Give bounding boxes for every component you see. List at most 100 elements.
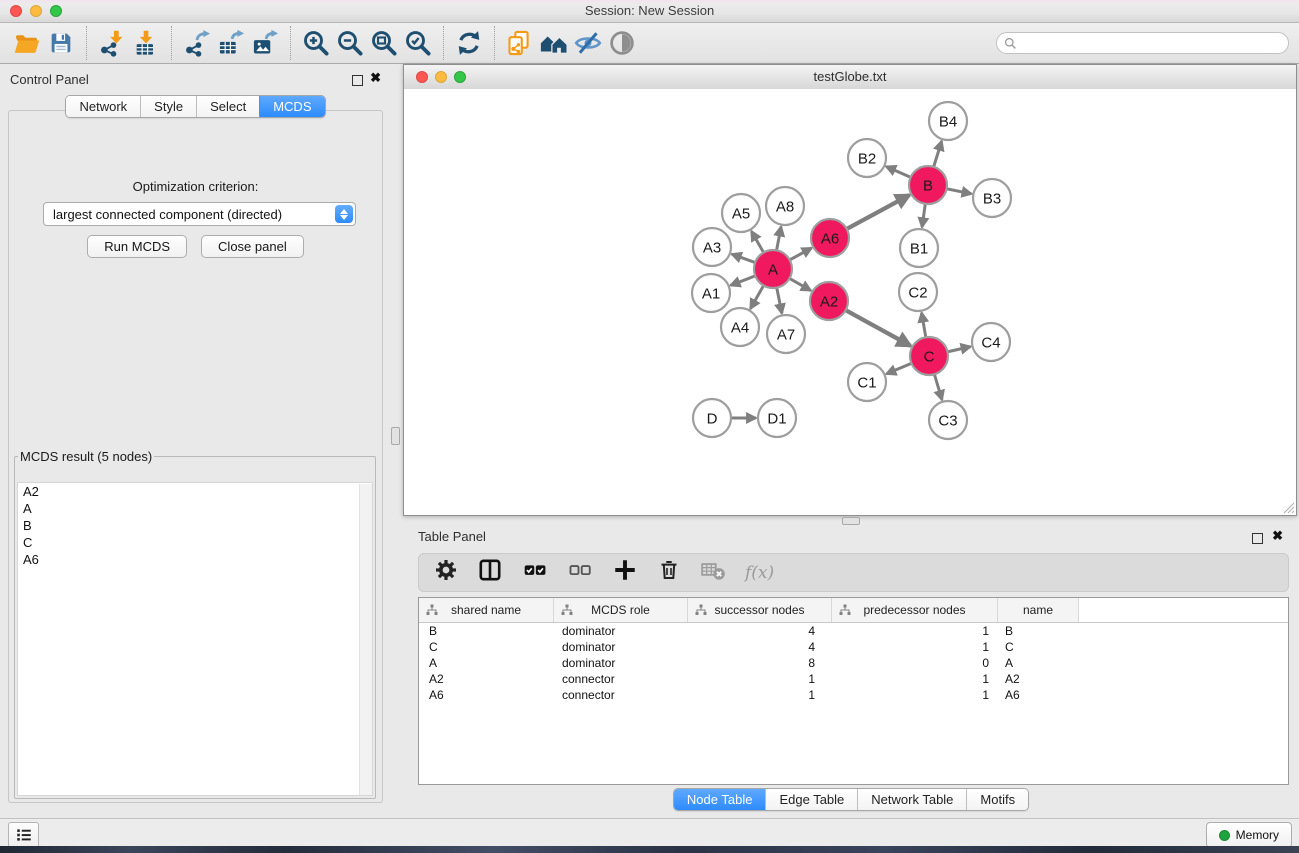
zoom-in-icon [301,28,331,58]
close-panel-button[interactable]: ✖ [370,72,381,83]
select-all-button[interactable] [522,557,548,588]
delete-table-icon [700,557,726,583]
tab-network[interactable]: Network [66,96,140,117]
table-row[interactable]: A6connector11A6 [419,687,1288,703]
column-header-mcds-role[interactable]: MCDS role [554,598,688,622]
table-settings-button[interactable] [434,558,458,587]
tab-node-table[interactable]: Node Table [674,789,766,810]
table-row[interactable]: Bdominator41B [419,623,1288,639]
svg-text:B1: B1 [910,240,928,257]
mcds-result-item[interactable]: C [18,534,372,551]
mcds-result-item[interactable]: A2 [18,483,372,500]
graph-node-D[interactable]: D [693,399,731,437]
table-row[interactable]: Cdominator41C [419,639,1288,655]
delete-row-button[interactable] [657,558,681,587]
svg-text:B3: B3 [983,190,1001,207]
desktop-wallpaper [0,846,1299,853]
graph-node-D1[interactable]: D1 [758,399,796,437]
column-header-shared-name[interactable]: shared name [419,598,554,622]
graph-node-C[interactable]: C [910,337,948,375]
unselect-all-button[interactable] [567,557,593,588]
refresh-button[interactable] [452,27,486,59]
resize-grip-icon[interactable] [1281,500,1294,513]
graph-node-B4[interactable]: B4 [929,102,967,140]
vertical-divider-grabber[interactable] [391,427,400,445]
graph-node-B[interactable]: B [909,166,947,204]
tab-motifs[interactable]: Motifs [966,789,1028,810]
table-panel: Table Panel ✖ f(x) shared nameMCDS roles… [403,527,1299,815]
node-table-body: Bdominator41BCdominator41CAdominator80AA… [419,623,1288,703]
zoom-fit-button[interactable] [367,27,401,59]
graph-node-A8[interactable]: A8 [766,187,804,225]
tab-mcds[interactable]: MCDS [259,96,324,117]
tab-style[interactable]: Style [140,96,196,117]
export-table-button[interactable] [214,27,248,59]
close-panel-button2[interactable]: Close panel [201,235,304,258]
unselect-all-icon [567,557,593,583]
mcds-result-item[interactable]: A [18,500,372,517]
column-header-predecessor-nodes[interactable]: predecessor nodes [832,598,998,622]
graph-node-C1[interactable]: C1 [848,363,886,401]
duplicate-network-button[interactable] [503,27,537,59]
show-columns-button[interactable] [477,557,503,588]
delete-table-button[interactable] [700,557,726,588]
graph-node-A3[interactable]: A3 [693,228,731,266]
home-button[interactable] [537,27,571,59]
open-session-button[interactable] [10,27,44,59]
column-header-successor-nodes[interactable]: successor nodes [688,598,832,622]
dropdown-stepper-icon [335,205,353,223]
network-window-titlebar[interactable]: testGlobe.txt [404,65,1296,90]
houses-icon [539,28,569,58]
export-image-button[interactable] [248,27,282,59]
table-row[interactable]: A2connector11A2 [419,671,1288,687]
save-session-button[interactable] [44,27,78,59]
table-row[interactable]: Adominator80A [419,655,1288,671]
run-mcds-button[interactable]: Run MCDS [87,235,187,258]
table-float-button[interactable] [1252,531,1263,549]
table-cell: A6 [419,688,554,702]
window-titlebar[interactable]: Session: New Session [0,0,1299,23]
graph-node-B1[interactable]: B1 [900,229,938,267]
graph-node-A5[interactable]: A5 [722,194,760,232]
zoom-out-button[interactable] [333,27,367,59]
graph-node-C3[interactable]: C3 [929,401,967,439]
export-network-button[interactable] [180,27,214,59]
network-canvas[interactable]: A A1 A2 A3 A4 A5 A6 A7 A8 B B1 B2 B3 B4 C C1 C2 C3 C4 D D1 [404,89,1296,515]
table-close-button[interactable]: ✖ [1272,530,1283,541]
mcds-result-item[interactable]: A6 [18,551,372,568]
graph-node-C4[interactable]: C4 [972,323,1010,361]
graph-node-B2[interactable]: B2 [848,139,886,177]
add-row-button[interactable] [612,557,638,588]
float-panel-button[interactable] [352,73,363,91]
import-network-button[interactable] [95,27,129,59]
graph-node-C2[interactable]: C2 [899,273,937,311]
hide-graphics-details-button[interactable] [571,27,605,59]
graph-node-A[interactable]: A [754,250,792,288]
criterion-dropdown-value: largest connected component (directed) [53,207,282,222]
import-table-button[interactable] [129,27,163,59]
node-table: shared nameMCDS rolesuccessor nodesprede… [418,597,1289,785]
mcds-result-item[interactable]: B [18,517,372,534]
column-header-name[interactable]: name [998,598,1079,622]
zoom-selected-button[interactable] [401,27,435,59]
memory-button[interactable]: Memory [1206,822,1292,848]
tab-select[interactable]: Select [196,96,259,117]
graph-node-A4[interactable]: A4 [721,308,759,346]
zoom-in-button[interactable] [299,27,333,59]
mcds-list-scrollbar[interactable] [359,484,372,795]
show-graphics-details-button[interactable] [605,27,639,59]
search-field[interactable] [996,32,1289,54]
tab-edge-table[interactable]: Edge Table [765,789,857,810]
criterion-dropdown[interactable]: largest connected component (directed) [43,202,356,226]
horizontal-divider-grabber[interactable] [842,517,860,525]
tab-network-table[interactable]: Network Table [857,789,966,810]
search-input[interactable] [1021,33,1288,53]
graph-node-A6[interactable]: A6 [811,219,849,257]
graph-node-A7[interactable]: A7 [767,315,805,353]
graph-node-A1[interactable]: A1 [692,274,730,312]
task-history-button[interactable] [8,822,39,848]
graph-node-B3[interactable]: B3 [973,179,1011,217]
function-builder-button[interactable]: f(x) [745,563,774,583]
optimization-criterion-label: Optimization criterion: [9,179,382,194]
graph-node-A2[interactable]: A2 [810,282,848,320]
